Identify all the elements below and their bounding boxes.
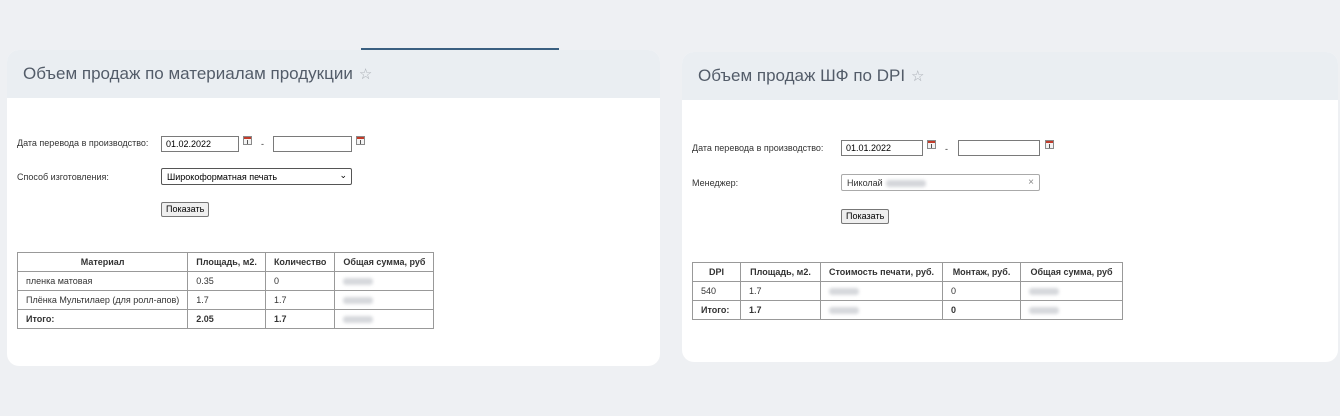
- calendar-icon[interactable]: [927, 140, 936, 149]
- chevron-down-icon: ⌄: [339, 170, 347, 180]
- col-print-cost: Стоимость печати, руб.: [819, 262, 944, 282]
- cell-area: 0.35: [187, 271, 266, 291]
- right-date-label: Дата перевода в производство:: [692, 143, 824, 153]
- col-area: Площадь, м2.: [740, 262, 821, 282]
- table-row: Плёнка Мультилаер (для ролл-апов) 1.7 1.…: [16, 290, 435, 310]
- date-range-separator: -: [261, 139, 264, 149]
- table-row: 540 1.7 0: [692, 281, 1123, 301]
- left-card-header: Объем продаж по материалам продукции ☆: [7, 50, 660, 98]
- col-mount: Монтаж, руб.: [942, 262, 1022, 282]
- date-range-separator: -: [945, 144, 948, 154]
- left-show-button[interactable]: Показать: [161, 202, 210, 217]
- cell-qty: 1.7: [264, 290, 336, 310]
- calendar-icon[interactable]: [356, 136, 365, 145]
- col-dpi: DPI: [692, 262, 741, 282]
- cell-total-redacted: [334, 290, 435, 310]
- materials-table: Материал Площадь, м2. Количество Общая с…: [16, 252, 435, 329]
- right-card-title: Объем продаж ШФ по DPI: [698, 66, 906, 85]
- calendar-icon[interactable]: [243, 136, 252, 145]
- close-icon[interactable]: ×: [1028, 177, 1034, 188]
- table-total-row: Итого: 1.7 0: [692, 300, 1123, 320]
- cell-material: пленка матовая: [16, 271, 189, 291]
- dpi-table: DPI Площадь, м2. Стоимость печати, руб. …: [692, 262, 1123, 320]
- manager-label: Менеджер:: [692, 178, 739, 188]
- manager-value: Николай: [847, 178, 883, 188]
- total-area: 2.05: [187, 309, 266, 329]
- total-mount: 0: [942, 300, 1022, 320]
- col-qty: Количество: [264, 252, 336, 272]
- method-label: Способ изготовления:: [17, 172, 109, 182]
- col-material: Материал: [16, 252, 189, 272]
- total-label: Итого:: [16, 309, 189, 329]
- star-icon[interactable]: ☆: [359, 65, 372, 83]
- left-date-from-input[interactable]: 01.02.2022: [161, 136, 239, 152]
- cell-area: 1.7: [187, 290, 266, 310]
- right-card-header: Объем продаж ШФ по DPI ☆: [682, 52, 1338, 100]
- cell-dpi: 540: [692, 281, 741, 301]
- active-tab-indicator: [361, 48, 559, 50]
- cell-mount: 0: [942, 281, 1022, 301]
- left-date-label: Дата перевода в производство:: [17, 138, 149, 148]
- table-header-row: DPI Площадь, м2. Стоимость печати, руб. …: [692, 262, 1123, 282]
- col-area: Площадь, м2.: [187, 252, 266, 272]
- cell-material: Плёнка Мультилаер (для ролл-апов): [16, 290, 189, 310]
- table-header-row: Материал Площадь, м2. Количество Общая с…: [16, 252, 435, 272]
- total-sum-redacted: [1020, 300, 1123, 320]
- cell-total-redacted: [334, 271, 435, 291]
- manager-select[interactable]: Николай ×: [841, 174, 1040, 191]
- col-total: Общая сумма, руб: [1020, 262, 1123, 282]
- left-date-to-input[interactable]: [273, 136, 352, 152]
- right-show-button[interactable]: Показать: [841, 209, 890, 224]
- col-total: Общая сумма, руб: [334, 252, 435, 272]
- method-select[interactable]: Широкоформатная печать ⌄: [161, 168, 352, 185]
- right-date-from-input[interactable]: 01.01.2022: [841, 140, 923, 156]
- total-print-cost-redacted: [819, 300, 944, 320]
- left-card-title: Объем продаж по материалам продукции: [23, 64, 353, 83]
- cell-qty: 0: [264, 271, 336, 291]
- star-icon[interactable]: ☆: [911, 67, 924, 85]
- total-area: 1.7: [740, 300, 821, 320]
- cell-print-cost-redacted: [819, 281, 944, 301]
- right-date-to-input[interactable]: [958, 140, 1040, 156]
- table-row: пленка матовая 0.35 0: [16, 271, 435, 291]
- total-sum-redacted: [334, 309, 435, 329]
- method-select-value: Широкоформатная печать: [167, 172, 278, 182]
- total-qty: 1.7: [264, 309, 336, 329]
- table-total-row: Итого: 2.05 1.7: [16, 309, 435, 329]
- calendar-icon[interactable]: [1045, 140, 1054, 149]
- cell-total-redacted: [1020, 281, 1123, 301]
- cell-area: 1.7: [740, 281, 821, 301]
- total-label: Итого:: [692, 300, 741, 320]
